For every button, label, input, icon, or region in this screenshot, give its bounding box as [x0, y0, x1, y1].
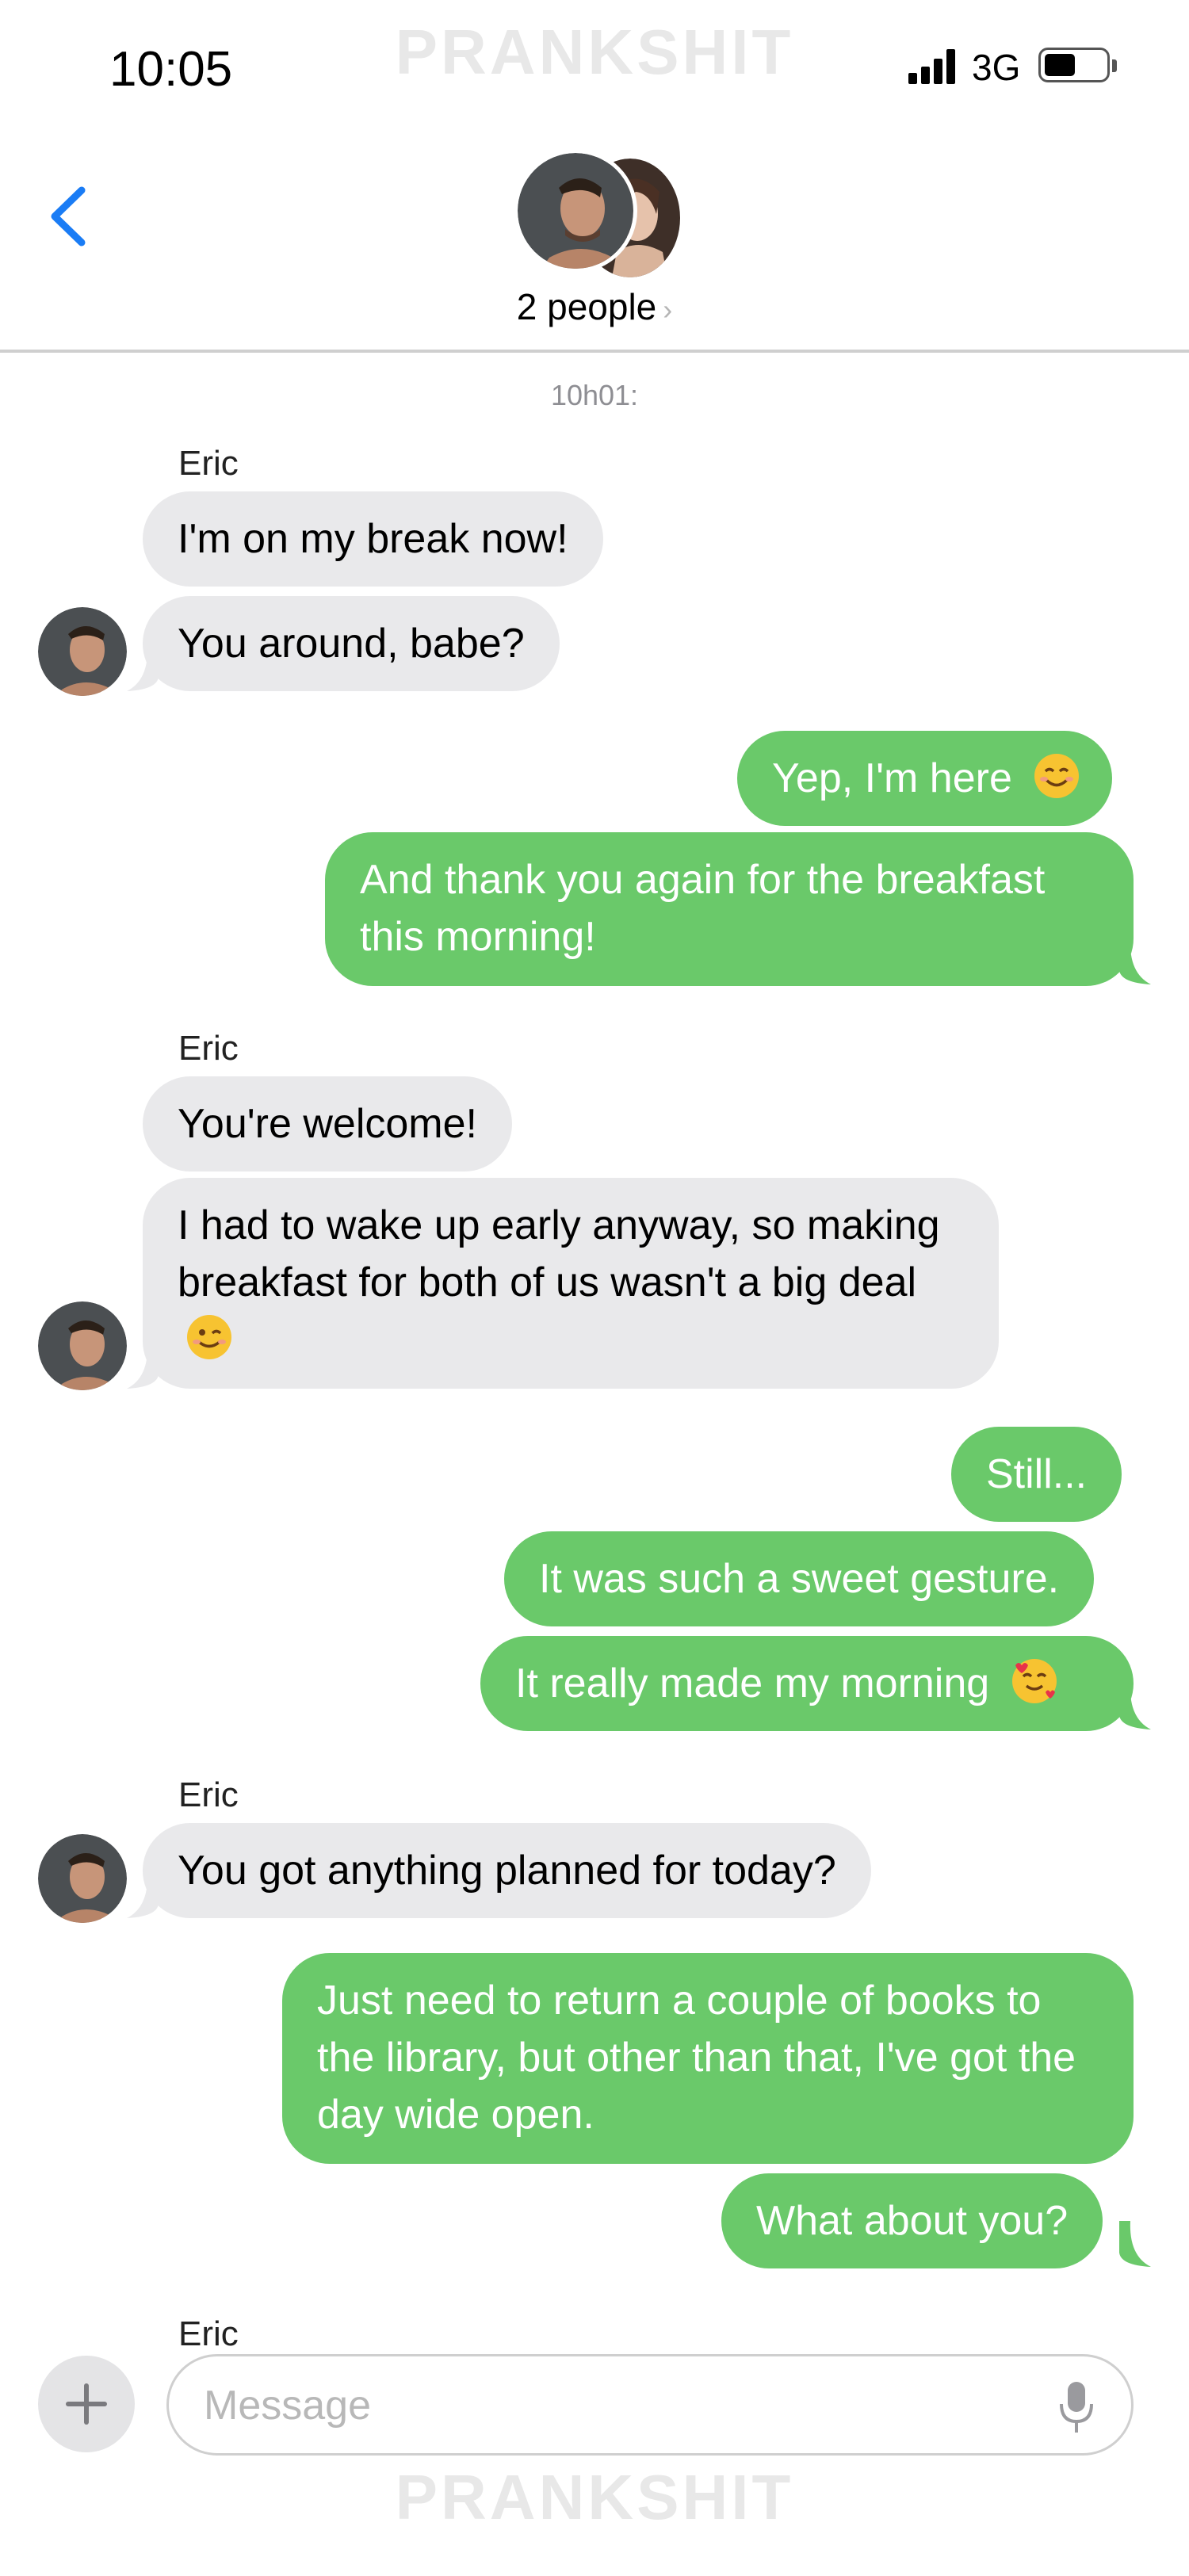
back-chevron-icon: [51, 186, 86, 247]
status-bar: 10:05 3G: [0, 0, 1189, 135]
sender-name: Eric: [178, 444, 239, 483]
avatar-eric: [514, 149, 637, 273]
message-text: It really made my morning: [515, 1661, 990, 1707]
outgoing-message[interactable]: Yep, I'm here: [737, 731, 1113, 826]
outgoing-message[interactable]: What about you?: [721, 2173, 1103, 2268]
signal-icon: [908, 49, 958, 84]
outgoing-bubble-tail: [1119, 1684, 1151, 1729]
incoming-message[interactable]: You got anything planned for today?: [143, 1823, 871, 1918]
microphone-icon[interactable]: [1057, 2380, 1096, 2434]
conversation-header: 2 people ›: [0, 135, 1189, 353]
battery-icon: [1038, 48, 1117, 82]
incoming-message[interactable]: I had to wake up early anyway, so making…: [143, 1178, 999, 1389]
people-count-link[interactable]: 2 people ›: [0, 285, 1189, 328]
sender-name: Eric: [178, 1029, 239, 1068]
hearts-emoji: [1011, 1659, 1057, 1703]
winking-emoji: [187, 1315, 231, 1359]
message-input[interactable]: [204, 2374, 996, 2437]
sender-name: Eric: [178, 1775, 239, 1814]
smiling-emoji: [1034, 754, 1080, 798]
incoming-bubble-tail: [127, 1343, 159, 1389]
avatar[interactable]: [38, 1301, 127, 1390]
people-count: 2 people: [516, 286, 657, 327]
watermark-bottom: PRANKSHIT: [395, 2462, 794, 2532]
outgoing-bubble-tail: [1119, 2221, 1151, 2267]
add-attachment-button[interactable]: [38, 2356, 135, 2452]
outgoing-bubble-tail: [1119, 938, 1151, 984]
incoming-bubble-tail: [127, 645, 159, 691]
outgoing-message[interactable]: Still...: [951, 1427, 1122, 1522]
message-text: Yep, I'm here: [772, 755, 1012, 801]
incoming-bubble-tail: [127, 1872, 159, 1918]
outgoing-message[interactable]: Just need to return a couple of books to…: [282, 1953, 1134, 2164]
outgoing-message[interactable]: It was such a sweet gesture.: [504, 1531, 1095, 1626]
outgoing-message[interactable]: And thank you again for the breakfast th…: [325, 832, 1134, 986]
sender-name: Eric: [178, 2314, 239, 2346]
chevron-right-icon: ›: [663, 293, 673, 326]
message-text: I had to wake up early anyway, so making…: [178, 1202, 940, 1305]
message-field[interactable]: [166, 2354, 1134, 2456]
back-button[interactable]: [44, 173, 99, 260]
incoming-message[interactable]: You're welcome!: [143, 1076, 512, 1171]
incoming-message[interactable]: You around, babe?: [143, 596, 560, 691]
group-avatars[interactable]: [514, 149, 680, 277]
avatar[interactable]: [38, 607, 127, 696]
outgoing-message[interactable]: It really made my morning: [480, 1636, 1134, 1731]
network-type: 3G: [972, 47, 1021, 88]
timestamp: 10h01:: [550, 379, 639, 411]
status-time: 10:05: [109, 42, 233, 97]
plus-icon: [66, 2383, 107, 2425]
avatar[interactable]: [38, 1834, 127, 1923]
incoming-message[interactable]: I'm on my break now!: [143, 491, 603, 587]
